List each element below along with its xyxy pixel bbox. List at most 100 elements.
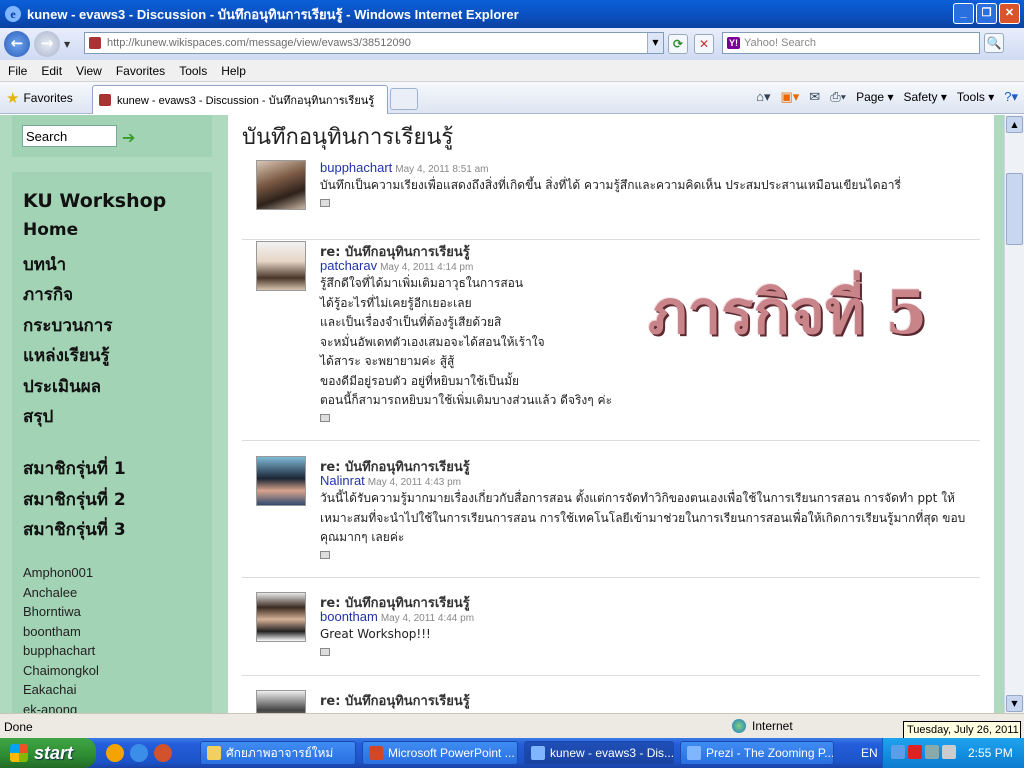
- address-url[interactable]: http://kunew.wikispaces.com/message/view…: [107, 37, 411, 49]
- address-input[interactable]: http://kunew.wikispaces.com/message/view…: [84, 32, 664, 54]
- avatar[interactable]: [256, 241, 306, 291]
- sidebar-nav: KU Workshop Home บทนำ ภารกิจ กระบวนการ แ…: [12, 172, 212, 713]
- menu-bar: File Edit View Favorites Tools Help: [0, 60, 1024, 82]
- clock[interactable]: 2:55 PM: [968, 746, 1013, 760]
- browser-tab-active[interactable]: kunew - evaws3 - Discussion - บันทึกอนุท…: [92, 85, 388, 114]
- nav-link-members-3[interactable]: สมาชิกรุ่นที่ 3: [23, 516, 126, 547]
- vertical-scrollbar[interactable]: ▲ ▼: [1004, 115, 1024, 713]
- scroll-thumb[interactable]: [1006, 173, 1023, 245]
- post-author[interactable]: boontham: [320, 609, 378, 624]
- tools-menu[interactable]: Tools ▾: [957, 90, 994, 104]
- nav-link-home[interactable]: Home: [23, 220, 112, 251]
- scroll-down-icon[interactable]: ▼: [1006, 695, 1023, 712]
- home-icon[interactable]: ⌂▾: [756, 89, 770, 105]
- search-input[interactable]: Y! Yahoo! Search: [722, 32, 980, 54]
- tray-arrow-icon[interactable]: [891, 745, 905, 759]
- nav-link-intro[interactable]: บทนำ: [23, 251, 112, 282]
- back-button[interactable]: ←: [4, 31, 30, 57]
- taskbar-button-label: Microsoft PowerPoint ...: [388, 746, 515, 760]
- nav-link-evaluation[interactable]: ประเมินผล: [23, 373, 112, 404]
- close-button[interactable]: ✕: [999, 3, 1020, 24]
- mail-icon[interactable]: ✉: [809, 89, 820, 105]
- nav-link-process[interactable]: กระบวนการ: [23, 312, 112, 343]
- internet-globe-icon: [732, 719, 746, 733]
- search-arrow-icon[interactable]: ➔: [122, 128, 135, 147]
- nav-link-summary[interactable]: สรุป: [23, 403, 112, 434]
- menu-tools[interactable]: Tools: [179, 64, 207, 78]
- quicklaunch-app-icon[interactable]: [106, 744, 124, 762]
- favorites-button[interactable]: ★ Favorites: [6, 89, 73, 107]
- nav-link-task[interactable]: ภารกิจ: [23, 281, 112, 312]
- safety-menu[interactable]: Safety ▾: [903, 90, 946, 104]
- forward-button[interactable]: →: [34, 31, 60, 57]
- post-reply-title[interactable]: re: บันทึกอนุทินการเรียนรู้: [320, 690, 980, 709]
- taskbar-button-label: Prezi - The Zooming P...: [706, 746, 834, 760]
- attachment-icon[interactable]: [320, 198, 330, 207]
- new-tab-button[interactable]: [390, 88, 418, 110]
- user-link[interactable]: ek-anong: [23, 702, 99, 714]
- taskbar-button-ie-prezi[interactable]: Prezi - The Zooming P...: [680, 741, 834, 765]
- history-dropdown-icon[interactable]: ▼: [64, 40, 70, 49]
- user-link[interactable]: Bhorntiwa: [23, 604, 99, 624]
- avatar[interactable]: [256, 690, 306, 713]
- taskbar-button-ie-kunew[interactable]: kunew - evaws3 - Dis...: [524, 741, 674, 765]
- nav-link-members-2[interactable]: สมาชิกรุ่นที่ 2: [23, 486, 126, 517]
- attachment-icon[interactable]: [320, 647, 330, 656]
- post-date: May 4, 2011 4:43 pm: [367, 477, 461, 488]
- avatar[interactable]: [256, 160, 306, 210]
- help-icon[interactable]: ?▾: [1004, 89, 1018, 105]
- quicklaunch-firefox-icon[interactable]: [154, 744, 172, 762]
- search-placeholder[interactable]: Yahoo! Search: [744, 37, 816, 49]
- menu-edit[interactable]: Edit: [41, 64, 62, 78]
- window-title: kunew - evaws3 - Discussion - บันทึกอนุท…: [27, 6, 519, 22]
- security-zone[interactable]: Internet: [732, 719, 793, 733]
- tray-antivirus-icon[interactable]: [908, 745, 922, 759]
- menu-file[interactable]: File: [8, 64, 27, 78]
- user-link[interactable]: Anchalee: [23, 585, 99, 605]
- post-reply-title[interactable]: re: บันทึกอนุทินการเรียนรู้: [320, 241, 980, 260]
- user-link[interactable]: bupphachart: [23, 643, 99, 663]
- nav-link-resources[interactable]: แหล่งเรียนรู้: [23, 342, 112, 373]
- page-menu[interactable]: Page ▾: [856, 90, 893, 104]
- quicklaunch-ie-icon[interactable]: [130, 744, 148, 762]
- attachment-icon[interactable]: [320, 413, 330, 422]
- user-link[interactable]: Amphon001: [23, 565, 99, 585]
- post-reply-title[interactable]: re: บันทึกอนุทินการเรียนรู้: [320, 456, 980, 475]
- language-indicator[interactable]: EN: [861, 746, 878, 760]
- workspace-title[interactable]: KU Workshop: [23, 190, 166, 212]
- maximize-button[interactable]: ❐: [976, 3, 997, 24]
- avatar[interactable]: [256, 456, 306, 506]
- menu-help[interactable]: Help: [221, 64, 246, 78]
- site-favicon-icon: [89, 37, 101, 49]
- post-author[interactable]: patcharav: [320, 258, 377, 273]
- tray-network-icon[interactable]: [925, 745, 939, 759]
- taskbar-button-powerpoint[interactable]: Microsoft PowerPoint ...: [362, 741, 518, 765]
- feeds-icon[interactable]: ▣▾: [780, 89, 799, 105]
- stop-button[interactable]: ✕: [694, 34, 714, 54]
- minimize-button[interactable]: _: [953, 3, 974, 24]
- start-button[interactable]: start: [0, 738, 96, 768]
- print-icon[interactable]: ⎙▾: [830, 89, 846, 105]
- user-link[interactable]: boontham: [23, 624, 99, 644]
- tab-favicon-icon: [99, 94, 111, 106]
- nav-link-members-1[interactable]: สมาชิกรุ่นที่ 1: [23, 455, 126, 486]
- post-reply-title[interactable]: re: บันทึกอนุทินการเรียนรู้: [320, 592, 980, 611]
- post-author[interactable]: bupphachart: [320, 160, 392, 175]
- taskbar-button-folder[interactable]: ศักยภาพอาจารย์ใหม่: [200, 741, 356, 765]
- user-link[interactable]: Chaimongkol: [23, 663, 99, 683]
- refresh-button[interactable]: ⟳: [668, 34, 688, 54]
- tray-volume-icon[interactable]: [942, 745, 956, 759]
- avatar[interactable]: [256, 592, 306, 642]
- search-go-icon[interactable]: 🔍: [984, 33, 1004, 53]
- post-author[interactable]: Nalinrat: [320, 473, 365, 488]
- window-title-bar: e kunew - evaws3 - Discussion - บันทึกอน…: [0, 0, 1024, 28]
- menu-favorites[interactable]: Favorites: [116, 64, 165, 78]
- attachment-icon[interactable]: [320, 550, 330, 559]
- sidebar-search-input[interactable]: Search: [22, 125, 117, 147]
- address-dropdown-icon[interactable]: ▼: [647, 33, 663, 53]
- post-date: May 4, 2011 4:14 pm: [380, 262, 474, 273]
- menu-view[interactable]: View: [76, 64, 102, 78]
- scroll-up-icon[interactable]: ▲: [1006, 116, 1023, 133]
- discussion-post: bupphachart May 4, 2011 8:51 am บันทึกเป็…: [242, 160, 980, 240]
- user-link[interactable]: Eakachai: [23, 682, 99, 702]
